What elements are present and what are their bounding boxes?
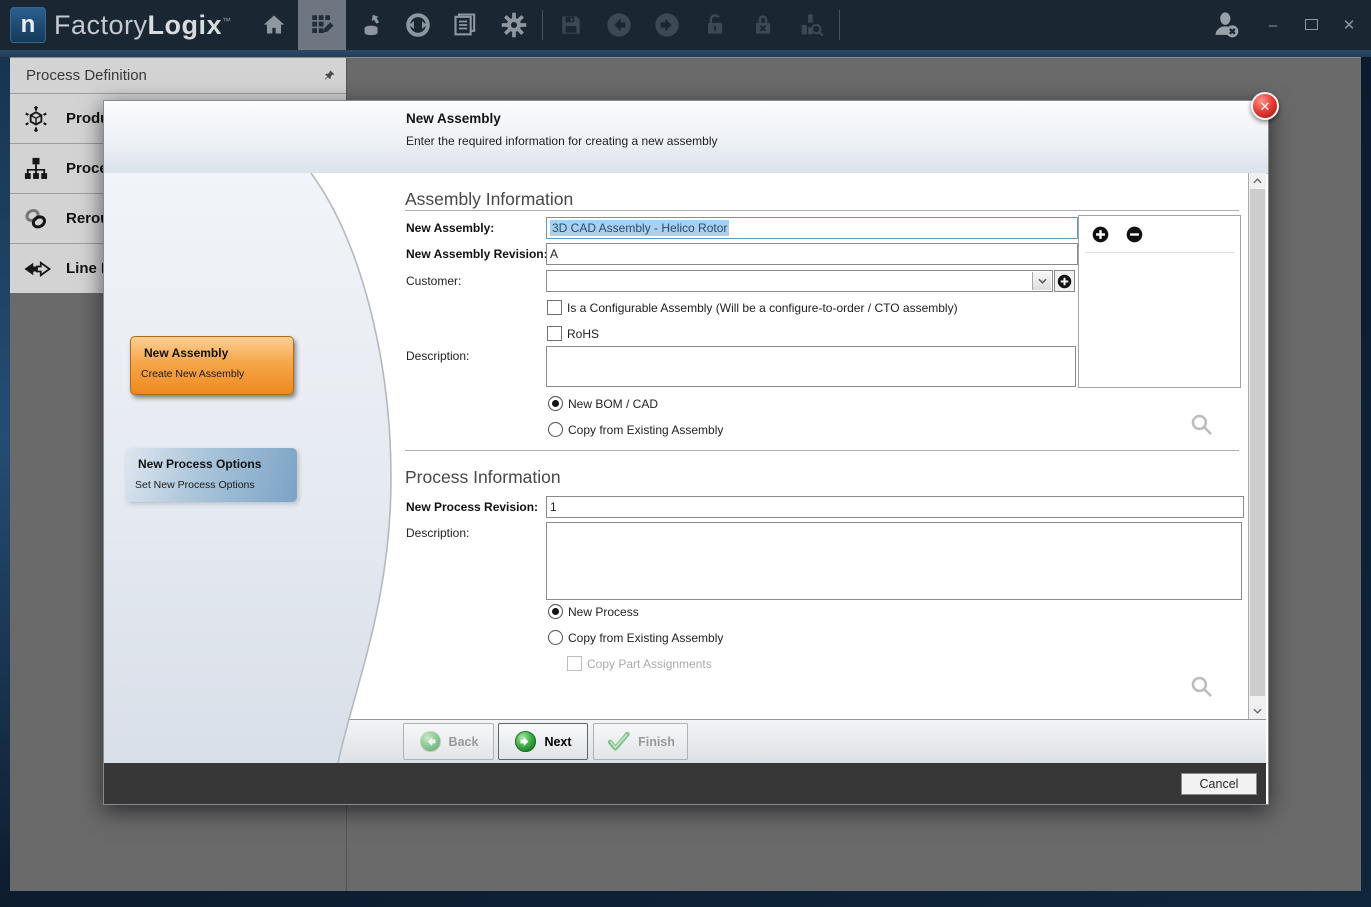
dialog-scrollbar[interactable] (1248, 173, 1266, 719)
documents-icon[interactable] (442, 0, 490, 50)
new-bom-cad-radio-label: New BOM / CAD (568, 397, 659, 411)
divider (1085, 252, 1234, 253)
search-icon[interactable] (1189, 412, 1214, 437)
rohs-checkbox-label: RoHS (567, 327, 600, 341)
new-bom-cad-radio[interactable] (548, 396, 563, 411)
dialog-bottom-bar: Cancel (104, 763, 1266, 804)
logo-letter: n (20, 11, 36, 38)
add-customer-button[interactable] (1054, 270, 1075, 292)
user-logout-icon[interactable] (1209, 8, 1243, 42)
unlock-icon[interactable] (691, 0, 739, 50)
wizard-button-bar: Back Next Finish (334, 719, 1266, 764)
new-process-revision-input[interactable]: 1 (546, 496, 1244, 518)
close-window-button[interactable]: ✕ (1341, 16, 1357, 34)
process-copy-existing-radio-label: Copy from Existing Assembly (568, 631, 724, 645)
title-bar: n FactoryLogix™ – ✕ (0, 0, 1371, 50)
copy-part-assignments-checkbox[interactable] (567, 656, 582, 671)
save-icon[interactable] (547, 0, 595, 50)
sync-icon[interactable] (394, 0, 442, 50)
import-icon[interactable] (346, 0, 394, 50)
back-button[interactable]: Back (403, 723, 494, 760)
new-assembly-revision-input[interactable]: A (546, 243, 1078, 265)
forward-circle-icon[interactable] (643, 0, 691, 50)
product-cube-icon (22, 105, 52, 133)
process-description-textarea[interactable] (546, 522, 1242, 600)
analysis-icon[interactable] (787, 0, 835, 50)
assembly-information-title: Assembly Information (405, 189, 574, 209)
dialog-title: New Assembly (406, 111, 501, 126)
application-window: n FactoryLogix™ – ✕ Process Definition P… (0, 0, 1371, 907)
scrollbar-thumb[interactable] (1250, 189, 1265, 696)
dialog-close-icon[interactable]: ✕ (1251, 92, 1279, 120)
new-assembly-revision-label: New Assembly Revision: (406, 247, 548, 261)
selected-text: 3D CAD Assembly - Helico Rotor (550, 220, 730, 236)
configurable-assembly-checkbox-label: Is a Configurable Assembly (Will be a co… (567, 301, 958, 315)
add-icon[interactable] (1092, 226, 1109, 243)
process-description-label: Description: (406, 526, 470, 540)
settings-icon[interactable] (490, 0, 538, 50)
new-process-radio-label: New Process (568, 605, 639, 619)
configurable-assembly-checkbox[interactable] (547, 300, 562, 315)
design-icon[interactable] (297, 0, 346, 50)
maximize-button[interactable] (1303, 17, 1319, 34)
customer-label: Customer: (406, 274, 462, 288)
line-arrows-icon (22, 254, 52, 284)
minimize-button[interactable]: – (1265, 17, 1281, 34)
scroll-up-icon[interactable] (1249, 173, 1266, 189)
copy-part-assignments-label: Copy Part Assignments (587, 657, 712, 671)
dialog-body: New Assembly Create New Assembly New Pro… (104, 173, 1266, 764)
assembly-description-textarea[interactable] (546, 346, 1076, 387)
home-icon[interactable] (250, 0, 298, 50)
main-toolbar (250, 0, 844, 50)
wizard-step-title: New Process Options (138, 457, 262, 471)
toolbar-accent-strip (0, 50, 1371, 57)
search-icon[interactable] (1189, 674, 1214, 699)
process-information-title: Process Information (405, 467, 561, 487)
customer-dropdown[interactable] (546, 270, 1053, 292)
dialog-header: New Assembly Enter the required informat… (104, 101, 1268, 174)
wizard-step-subtitle: Create New Assembly (141, 368, 245, 380)
copy-existing-assembly-radio-label: Copy from Existing Assembly (568, 423, 724, 437)
wizard-step-new-process-options[interactable]: New Process Options Set New Process Opti… (125, 448, 297, 502)
chevron-down-icon[interactable] (1032, 272, 1051, 290)
wizard-step-subtitle: Set New Process Options (135, 479, 255, 491)
rohs-checkbox[interactable] (547, 326, 562, 341)
chain-links-icon (22, 205, 52, 233)
back-circle-icon[interactable] (595, 0, 643, 50)
panel-title: Process Definition (26, 67, 147, 84)
wizard-step-title: New Assembly (144, 346, 229, 360)
wizard-step-new-assembly[interactable]: New Assembly Create New Assembly (130, 336, 294, 395)
assembly-description-label: Description: (406, 349, 470, 363)
toolbar-separator (838, 10, 840, 40)
finish-button[interactable]: Finish (593, 723, 688, 760)
toolbar-separator (541, 10, 543, 40)
process-tree-icon (22, 155, 52, 183)
new-assembly-input[interactable]: 3D CAD Assembly - Helico Rotor (546, 217, 1078, 239)
lock-cancel-icon[interactable] (739, 0, 787, 50)
cancel-button[interactable]: Cancel (1181, 773, 1257, 795)
section-divider (405, 210, 1239, 211)
brand-name: FactoryLogix™ (54, 9, 232, 40)
section-divider (405, 450, 1239, 451)
pin-icon[interactable] (323, 69, 336, 82)
new-assembly-dialog: ✕ New Assembly Enter the required inform… (103, 92, 1279, 805)
copy-existing-assembly-radio[interactable] (548, 422, 563, 437)
remove-icon[interactable] (1126, 226, 1143, 243)
new-assembly-label: New Assembly: (406, 221, 495, 235)
next-button[interactable]: Next (498, 723, 588, 760)
new-process-radio[interactable] (548, 604, 563, 619)
attachment-list-box (1078, 215, 1241, 388)
app-logo: n (10, 7, 46, 43)
scroll-down-icon[interactable] (1249, 703, 1266, 719)
process-copy-existing-radio[interactable] (548, 630, 563, 645)
dialog-subtitle: Enter the required information for creat… (406, 134, 718, 148)
new-process-revision-label: New Process Revision: (406, 500, 539, 514)
